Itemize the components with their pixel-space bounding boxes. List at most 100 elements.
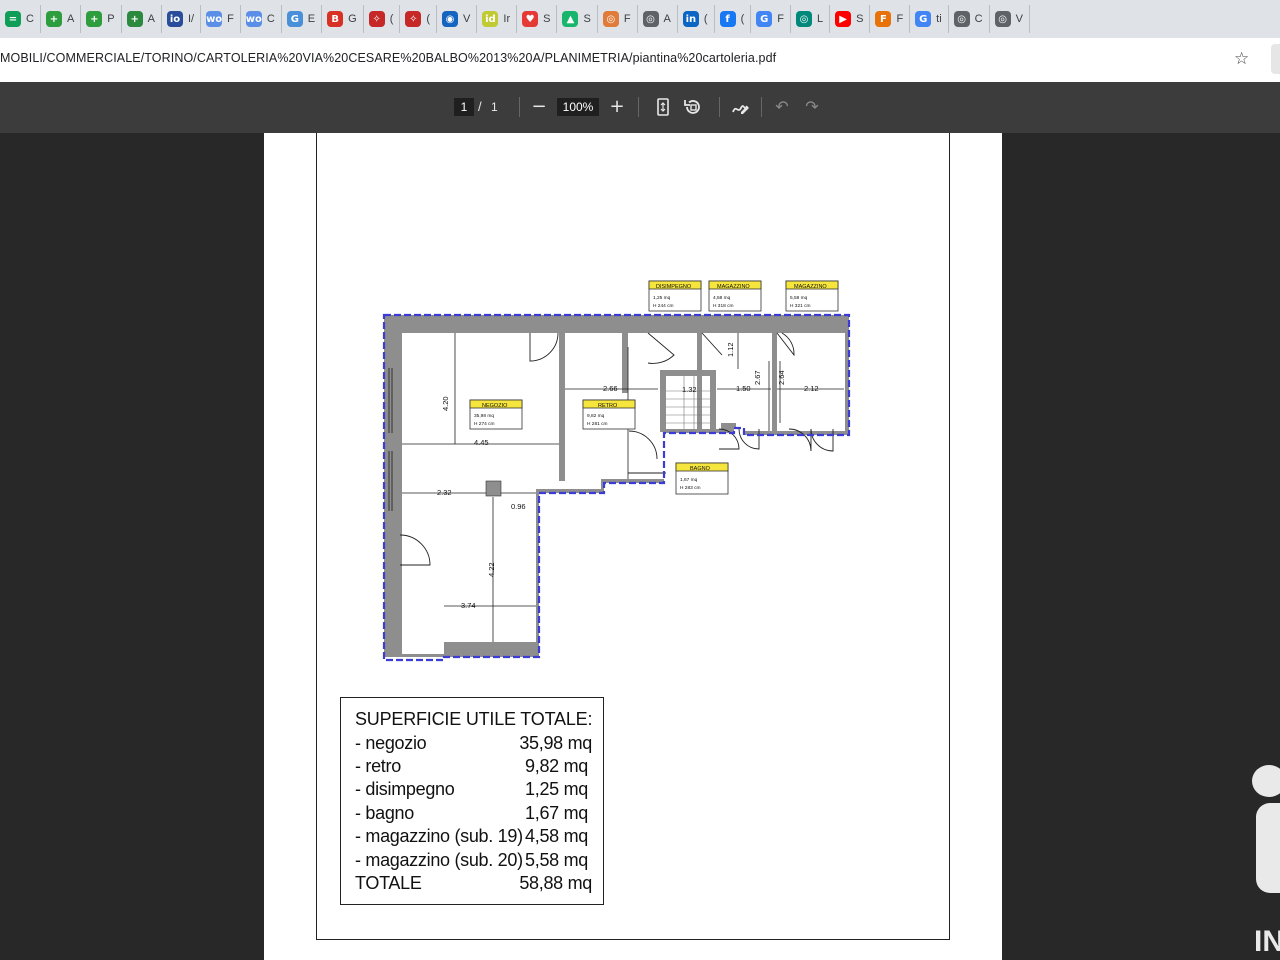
svg-text:H 321 cm: H 321 cm (790, 303, 811, 309)
browser-tab[interactable]: in ( (678, 5, 715, 33)
summary-label: TOTALE (355, 873, 422, 893)
pdf-toolbar: 1 / 1 − 100% + ↶ ↷ (0, 82, 1280, 133)
annotate-icon[interactable] (728, 95, 752, 119)
wall-stair-top (660, 370, 716, 376)
wall-stair-left (660, 370, 666, 432)
wall-stair-right (710, 370, 716, 432)
page-number-input[interactable]: 1 (454, 98, 474, 116)
pdf-page: 4.20 4.45 2.32 0.96 4.22 3.74 2.66 4 1.1… (264, 133, 1002, 960)
browser-tab[interactable]: ▲ S (557, 5, 598, 33)
zoom-in-button[interactable]: + (605, 95, 629, 119)
page-total: 1 (491, 100, 498, 114)
browser-tab[interactable]: GF (751, 5, 791, 33)
summary-value: 1,67 mq (525, 803, 588, 823)
fit-page-icon[interactable] (651, 95, 675, 119)
svg-text:H 244 cm: H 244 cm (653, 303, 674, 309)
tab-title: S (856, 13, 864, 25)
tab-title: F (777, 13, 784, 25)
summary-label: - magazzino (sub. 19) (355, 826, 523, 846)
browser-tab[interactable]: f( (715, 5, 752, 33)
tab-title: V (1015, 13, 1023, 25)
browser-tab[interactable]: wo F (201, 5, 241, 33)
bug-icon: ✧ (405, 11, 422, 27)
browser-tab[interactable]: ▶ S (830, 5, 871, 33)
tab-title: ( (389, 13, 394, 25)
tab-title: A (663, 13, 671, 25)
browser-tab[interactable]: ✧( (400, 5, 438, 33)
browser-tab[interactable]: ◉ V (437, 5, 478, 33)
pdf-viewer[interactable]: 4.20 4.45 2.32 0.96 4.22 3.74 2.66 4 1.1… (0, 133, 1280, 960)
svg-text:DISIMPEGNO: DISIMPEGNO (656, 284, 692, 290)
redo-icon[interactable]: ↷ (800, 95, 824, 119)
blue-circle-icon: ◉ (442, 11, 459, 27)
browser-tab[interactable]: BG (322, 5, 364, 33)
surface-summary: SUPERFICIE UTILE TOTALE: - negozio 35,98… (340, 697, 604, 905)
browser-tab[interactable]: ◎ F (598, 5, 638, 33)
undo-icon[interactable]: ↶ (770, 95, 794, 119)
toolbar-divider (719, 97, 720, 117)
room-label-retro: RETRO 9,82 mq H 281 cm (582, 399, 636, 430)
summary-value: 1,25 mq (525, 779, 588, 799)
browser-tab[interactable]: GE (282, 5, 323, 33)
browser-tab[interactable]: ◎ C (949, 5, 990, 33)
summary-label: - negozio (355, 733, 427, 753)
summary-value: 5,58 mq (525, 850, 588, 870)
wall-disimpegno-magazzino (697, 333, 702, 431)
browser-tab[interactable]: Gti (910, 5, 949, 33)
dimension-text: 2.64 (777, 370, 786, 385)
summary-title: SUPERFICIE UTILE TOTALE: (355, 709, 593, 729)
summary-label: - disimpegno (355, 779, 455, 799)
rotate-icon[interactable] (681, 95, 705, 119)
browser-tab[interactable]: + A (41, 5, 82, 33)
side-panel-tab[interactable] (1271, 44, 1280, 74)
toolbar-divider (519, 97, 520, 117)
room-label-disimpegno: DISIMPEGNO 1,25 mq H 244 cm (648, 280, 702, 312)
browser-tab[interactable]: = C (0, 5, 41, 33)
browser-tab[interactable]: ♥ S (517, 5, 558, 33)
zoom-out-button[interactable]: − (527, 95, 551, 119)
browser-tab[interactable]: ◎ L (791, 5, 831, 33)
tab-title: C (974, 13, 983, 25)
svg-text:H 283 cm: H 283 cm (680, 485, 701, 491)
browser-tab[interactable]: id Ir (477, 5, 518, 33)
bookmark-star-icon[interactable]: ☆ (1234, 49, 1249, 69)
logo-text: IN (1254, 925, 1280, 958)
browser-tab[interactable]: FF (870, 5, 911, 33)
summary-label: - retro (355, 756, 401, 776)
tab-title: ( (740, 13, 745, 25)
zoom-level-input[interactable]: 100% (557, 98, 599, 116)
browser-tab[interactable]: ◎ A (638, 5, 678, 33)
dimension-text: 3.74 (461, 601, 476, 610)
tab-title: A (147, 13, 155, 25)
chrome-icon: ◎ (953, 11, 970, 27)
svg-text:H 318 cm: H 318 cm (713, 303, 734, 309)
summary-row: - magazzino (sub. 20) 5,58 mq (355, 850, 592, 872)
tab-title: C (266, 13, 275, 25)
wall-retro-disimpegno (622, 333, 628, 393)
browser-tab[interactable]: + A (122, 5, 162, 33)
dimension-text: 0.96 (511, 502, 526, 511)
site-logo: IN (1250, 765, 1280, 960)
dimension-text: 4.45 (474, 438, 489, 447)
url-text[interactable]: MOBILI/COMMERCIALE/TORINO/CARTOLERIA%20V… (0, 51, 776, 65)
room-label-magazzino-1: MAGAZZINO 4,58 mq H 318 cm (708, 280, 762, 312)
flag-icon: F (875, 11, 892, 27)
svg-text:1,67 mq: 1,67 mq (680, 477, 698, 483)
browser-tab[interactable]: ✧( (364, 5, 401, 33)
browser-tab[interactable]: + P (81, 5, 122, 33)
tab-title: P (107, 13, 115, 25)
summary-row: - disimpegno 1,25 mq (355, 779, 592, 801)
browser-tab[interactable]: ◎ V (990, 5, 1030, 33)
browser-tab[interactable]: io I/ (162, 5, 202, 33)
dimension-text: 2.67 (753, 370, 762, 385)
page-separator: / (478, 99, 482, 114)
green-arrow-icon: ▲ (562, 11, 579, 27)
svg-text:MAGAZZINO: MAGAZZINO (794, 284, 827, 290)
summary-row: - retro 9,82 mq (355, 756, 592, 778)
address-bar: MOBILI/COMMERCIALE/TORINO/CARTOLERIA%20V… (0, 38, 1280, 83)
bug-icon: ✧ (368, 11, 385, 27)
green-cross-icon: + (45, 11, 62, 27)
browser-tab[interactable]: wo C (241, 5, 282, 33)
tab-title: V (463, 13, 471, 25)
floor-plan: 4.20 4.45 2.32 0.96 4.22 3.74 2.66 4 1.1… (382, 280, 851, 662)
